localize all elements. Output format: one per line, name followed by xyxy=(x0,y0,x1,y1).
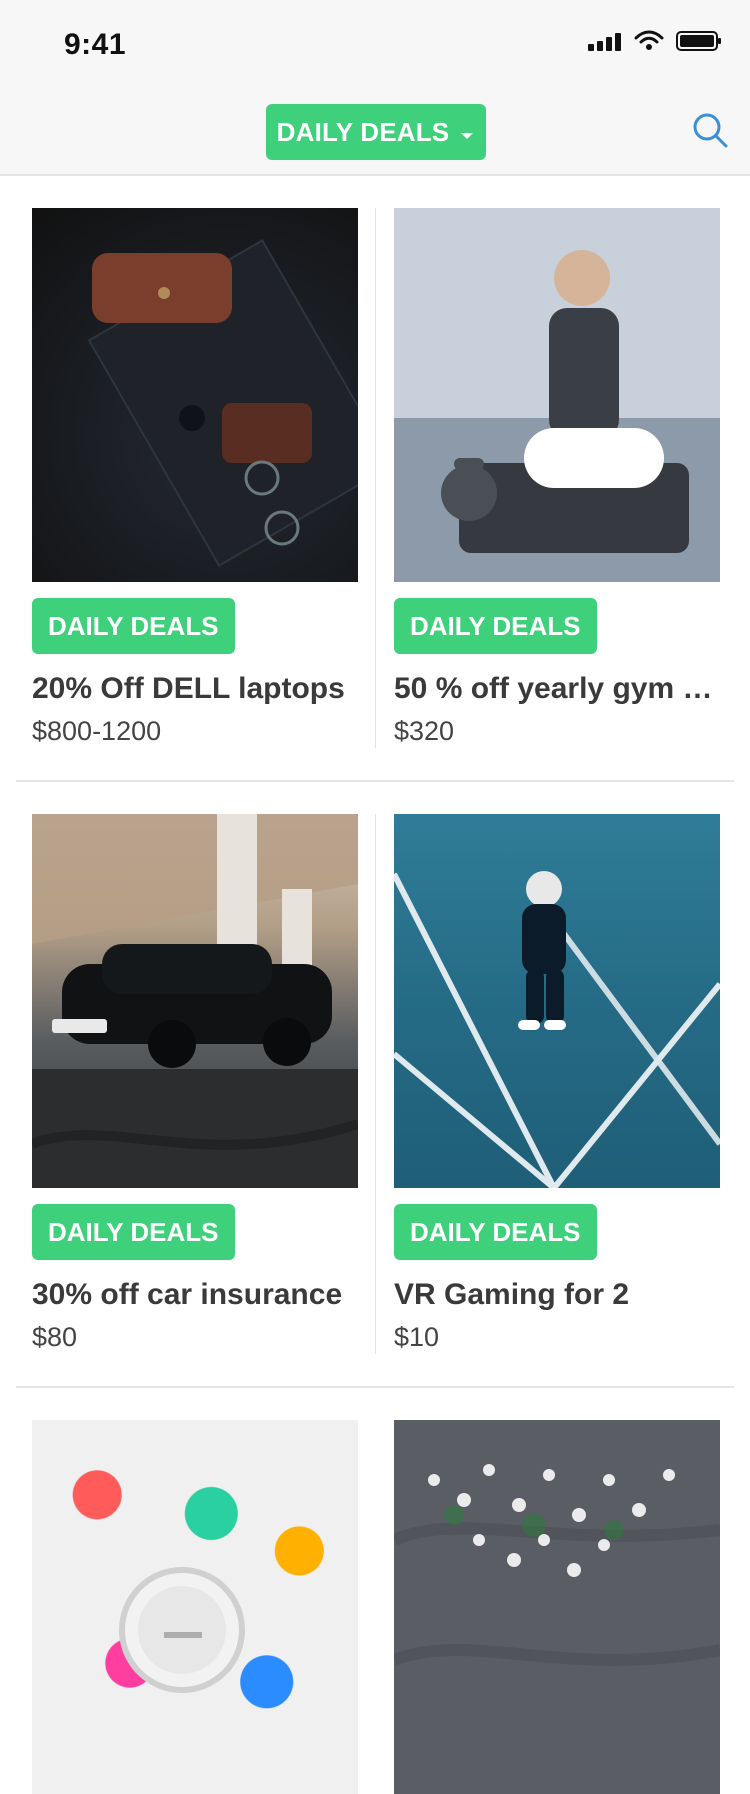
row-divider xyxy=(375,814,376,1354)
category-dropdown-label: DAILY DEALS xyxy=(276,116,450,147)
deal-card[interactable] xyxy=(394,1420,720,1794)
deal-card[interactable] xyxy=(32,1420,358,1794)
deal-badge: DAILY DEALS xyxy=(394,598,597,654)
deals-row xyxy=(16,1388,734,1794)
deal-card[interactable]: DAILY DEALS 30% off car insurance $80 xyxy=(32,814,358,1353)
deal-badge: DAILY DEALS xyxy=(32,1204,235,1260)
deal-image[interactable] xyxy=(394,208,720,582)
deal-title: 30% off car insurance xyxy=(32,1278,343,1311)
deals-row: DAILY DEALS 30% off car insurance $80 DA… xyxy=(16,782,734,1388)
deal-card[interactable]: DAILY DEALS VR Gaming for 2 $10 xyxy=(394,814,720,1353)
deal-title: VR Gaming for 2 xyxy=(394,1278,630,1311)
category-dropdown-button[interactable]: DAILY DEALS xyxy=(266,104,486,160)
deals-grid: DAILY DEALS 20% Off DELL laptops $800-12… xyxy=(0,176,750,1794)
wifi-icon xyxy=(634,30,664,57)
caret-down-icon xyxy=(459,117,475,148)
deal-image[interactable] xyxy=(394,1420,720,1794)
status-bar: 9:41 xyxy=(0,0,750,88)
status-time: 9:41 xyxy=(64,28,127,61)
deal-card[interactable]: DAILY DEALS 50 % off yearly gym … $320 xyxy=(394,208,720,747)
navigation-bar: DAILY DEALS xyxy=(0,88,750,176)
deal-price: $10 xyxy=(394,1322,440,1352)
status-icons xyxy=(588,30,722,57)
deal-price: $80 xyxy=(32,1322,78,1352)
deal-badge: DAILY DEALS xyxy=(32,598,235,654)
search-icon xyxy=(691,111,729,154)
battery-icon xyxy=(676,30,722,57)
deal-badge: DAILY DEALS xyxy=(394,1204,597,1260)
deal-price: $320 xyxy=(394,716,455,746)
deal-image[interactable] xyxy=(32,1420,358,1794)
deal-title: 50 % off yearly gym … xyxy=(394,672,713,705)
deal-image[interactable] xyxy=(32,814,358,1188)
deal-card[interactable]: DAILY DEALS 20% Off DELL laptops $800-12… xyxy=(32,208,358,747)
search-button[interactable] xyxy=(688,110,732,154)
deal-price: $800-1200 xyxy=(32,716,162,746)
deal-title: 20% Off DELL laptops xyxy=(32,672,345,705)
signal-icon xyxy=(588,31,622,56)
deal-image[interactable] xyxy=(32,208,358,582)
deals-row: DAILY DEALS 20% Off DELL laptops $800-12… xyxy=(16,176,734,782)
deal-image[interactable] xyxy=(394,814,720,1188)
row-divider xyxy=(375,208,376,748)
